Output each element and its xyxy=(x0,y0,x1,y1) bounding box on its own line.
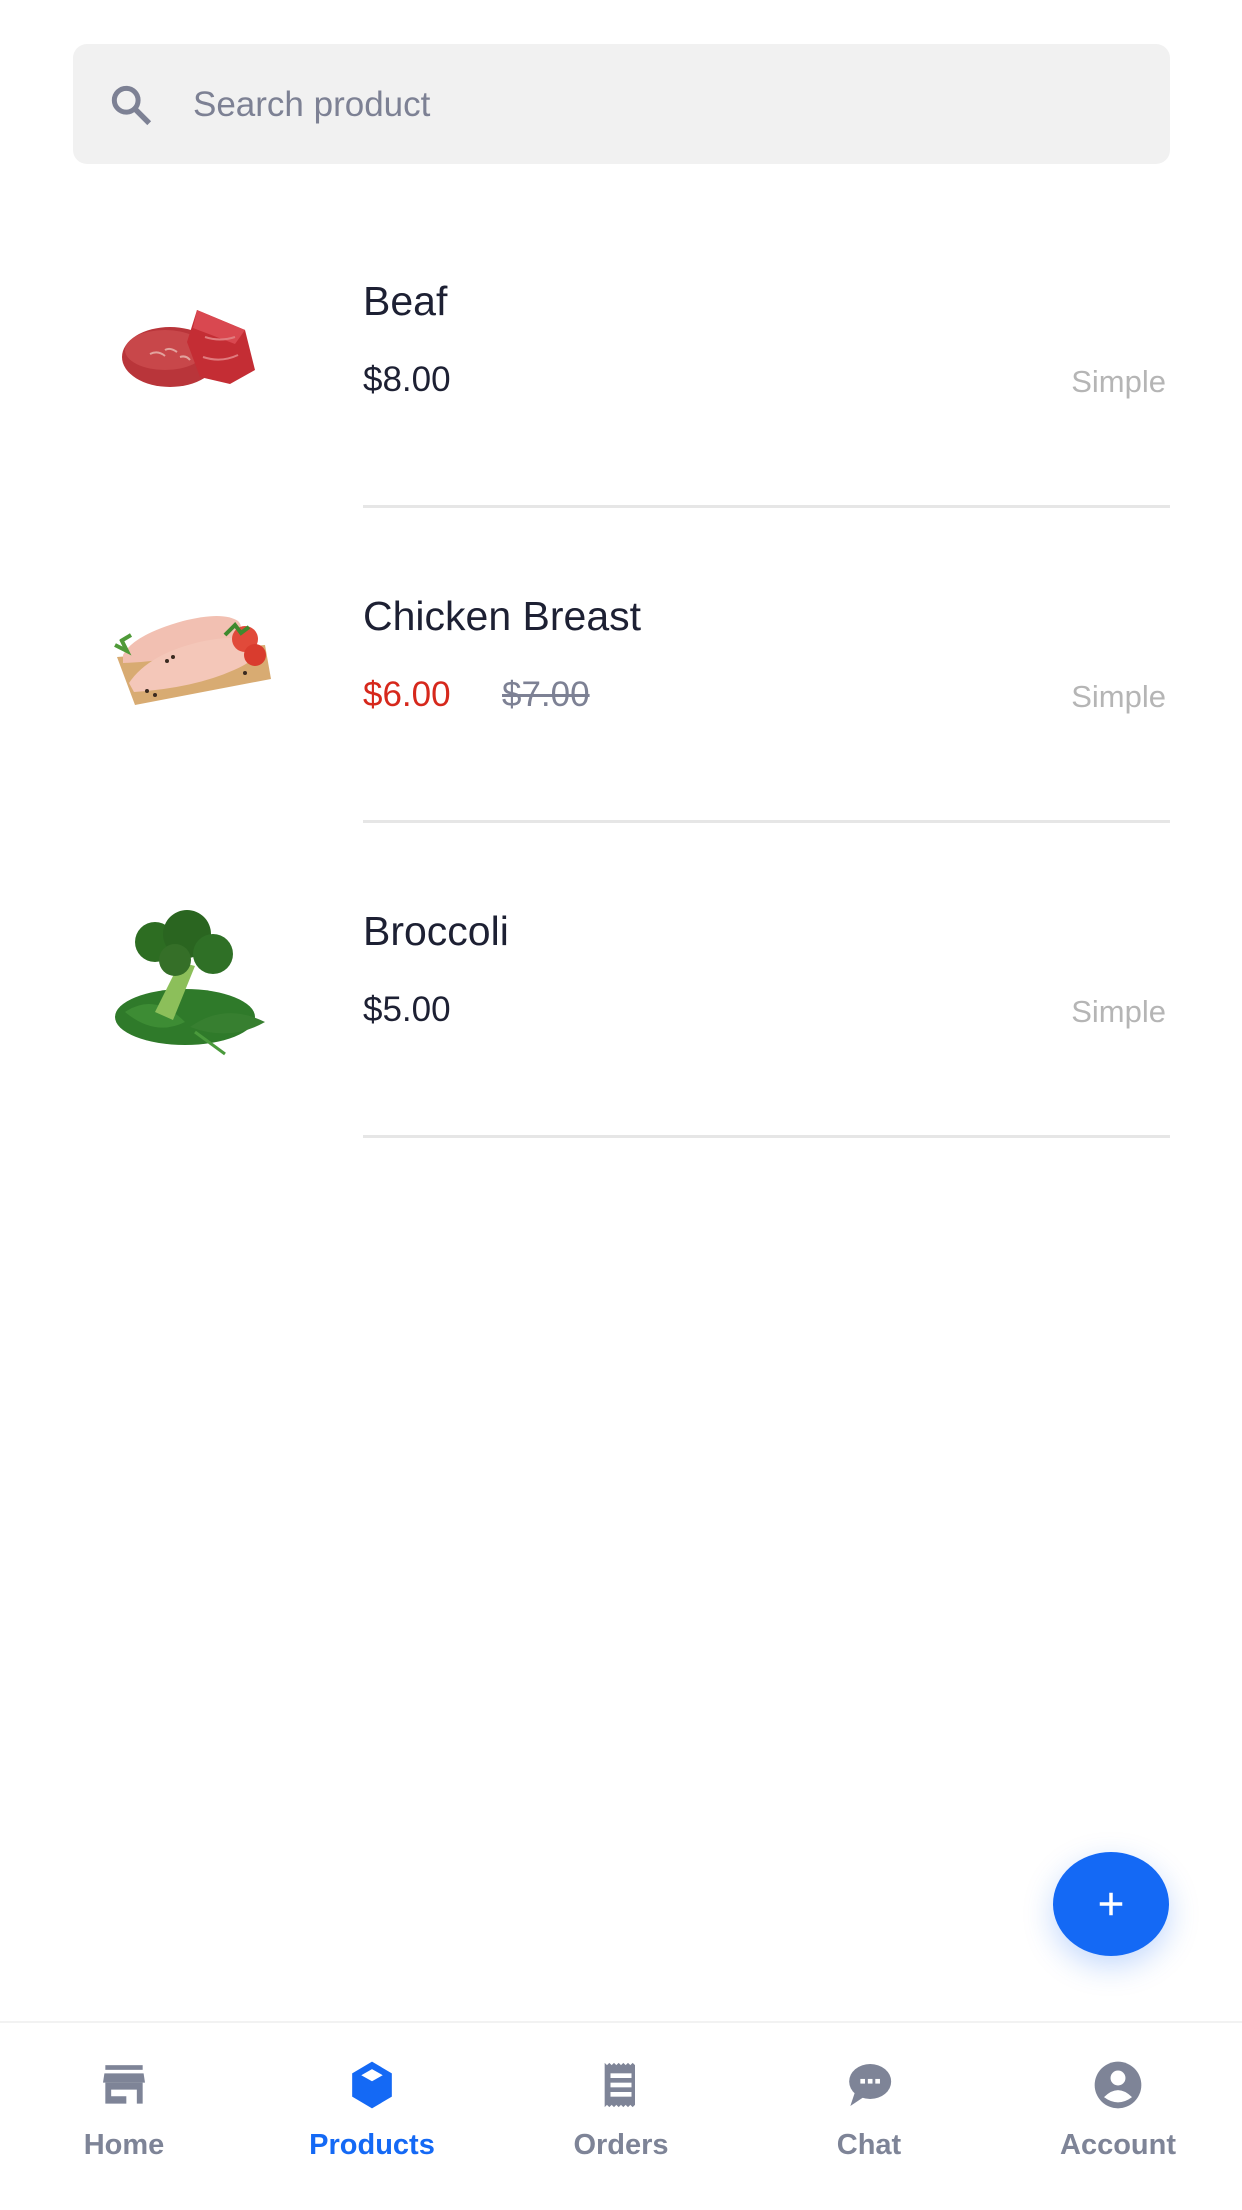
row-divider xyxy=(363,820,1170,823)
account-circle-icon xyxy=(1094,2061,1142,2109)
chicken-breast-image xyxy=(114,616,271,705)
nav-label: Orders xyxy=(573,2129,669,2161)
nav-item-orders[interactable]: Orders xyxy=(497,2023,745,2183)
chat-bubble-icon xyxy=(849,2064,892,2106)
original-price: $7.00 xyxy=(502,675,590,714)
nav-item-products[interactable]: Products xyxy=(248,2023,496,2183)
product-row[interactable]: Beaf $8.00 Simple xyxy=(0,272,1242,586)
nav-label: Products xyxy=(309,2129,435,2161)
product-price: $8.00 xyxy=(363,360,451,399)
nav-label: Chat xyxy=(836,2129,902,2161)
product-type-label: Simple xyxy=(1071,679,1166,714)
bottom-nav: Home Products Orders Chat Account xyxy=(0,2021,1242,2210)
row-divider xyxy=(363,505,1170,508)
storefront-icon xyxy=(103,2065,145,2104)
product-name: Chicken Breast xyxy=(363,593,642,639)
broccoli-image xyxy=(115,910,265,1056)
search-icon xyxy=(111,85,152,126)
product-row[interactable]: Broccoli $5.00 Simple xyxy=(0,902,1242,1216)
box-icon xyxy=(352,2061,392,2109)
beef-image xyxy=(122,310,255,387)
row-divider xyxy=(363,1135,1170,1138)
nav-item-chat[interactable]: Chat xyxy=(745,2023,993,2183)
nav-label: Account xyxy=(1060,2129,1176,2161)
nav-item-home[interactable]: Home xyxy=(0,2023,248,2183)
product-type-label: Simple xyxy=(1071,364,1166,399)
product-price: $5.00 xyxy=(363,990,451,1029)
nav-label: Home xyxy=(83,2129,165,2161)
plus-icon xyxy=(1099,1892,1123,1916)
product-row[interactable]: Chicken Breast $6.00 $7.00 Simple xyxy=(0,587,1242,901)
product-type-label: Simple xyxy=(1071,994,1166,1029)
product-name: Beaf xyxy=(363,278,448,324)
sale-price: $6.00 xyxy=(363,675,451,714)
receipt-icon xyxy=(604,2062,635,2108)
product-name: Broccoli xyxy=(363,908,509,954)
search-input[interactable] xyxy=(193,78,1093,132)
add-product-button[interactable] xyxy=(1053,1852,1169,1956)
nav-item-account[interactable]: Account xyxy=(994,2023,1242,2183)
